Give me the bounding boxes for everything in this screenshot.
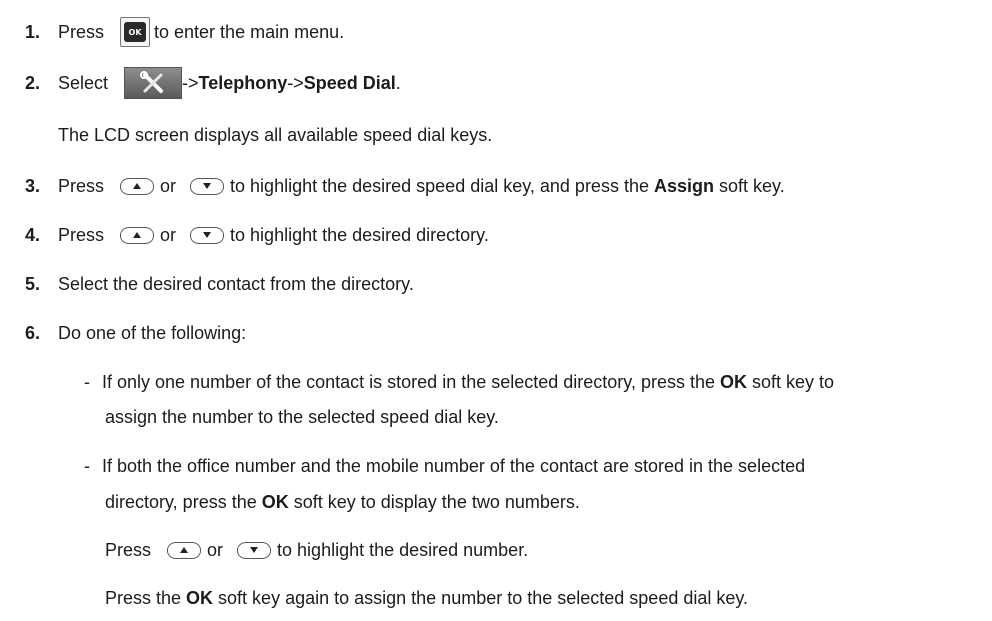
ok-soft-key-label: OK bbox=[720, 371, 747, 392]
step-text: Select the desired contact from the dire… bbox=[58, 273, 414, 294]
step-text: Select bbox=[58, 72, 109, 93]
step-number: 1. bbox=[25, 21, 41, 42]
ok-soft-key-label: OK bbox=[261, 491, 289, 512]
ok-soft-key-label: OK bbox=[186, 587, 214, 608]
step-number: 4. bbox=[25, 224, 41, 245]
note-text: The LCD screen displays all available sp… bbox=[58, 124, 493, 145]
step-text: Do one of the following: bbox=[58, 322, 247, 343]
tools-icon bbox=[124, 67, 183, 99]
step-number: 2. bbox=[25, 72, 41, 93]
menu-telephony: Telephony bbox=[198, 72, 288, 93]
menu-speed-dial: Speed Dial bbox=[303, 72, 396, 93]
step-number: 5. bbox=[25, 273, 41, 294]
assign-soft-key-label: Assign bbox=[653, 175, 714, 196]
up-arrow-key-icon bbox=[167, 541, 202, 559]
down-arrow-key-icon bbox=[237, 541, 272, 559]
step-text: to enter the main menu. bbox=[154, 21, 345, 42]
up-arrow-key-icon bbox=[120, 177, 155, 195]
step-text: Press bbox=[58, 21, 105, 42]
step-number: 6. bbox=[25, 322, 41, 343]
bullet-dash: - bbox=[84, 371, 90, 392]
ok-key-label: OK bbox=[124, 22, 147, 42]
bullet-dash: - bbox=[84, 455, 90, 476]
down-arrow-key-icon bbox=[190, 177, 225, 195]
ok-key-icon: OK bbox=[120, 17, 151, 47]
down-arrow-key-icon bbox=[190, 226, 225, 244]
step-number: 3. bbox=[25, 175, 41, 196]
up-arrow-key-icon bbox=[120, 226, 155, 244]
